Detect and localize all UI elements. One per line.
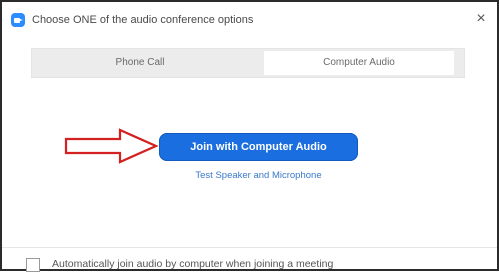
auto-join-label: Automatically join audio by computer whe… xyxy=(52,258,334,270)
test-speaker-microphone-link[interactable]: Test Speaker and Microphone xyxy=(152,170,365,181)
zoom-camera-icon xyxy=(11,13,25,27)
dialog-title: Choose ONE of the audio conference optio… xyxy=(32,14,254,26)
join-computer-audio-button[interactable]: Join with Computer Audio xyxy=(159,133,358,161)
dialog-titlebar: Choose ONE of the audio conference optio… xyxy=(2,2,497,36)
tab-computer-audio[interactable]: Computer Audio xyxy=(264,51,454,75)
footer-divider xyxy=(2,247,497,248)
auto-join-checkbox[interactable] xyxy=(26,258,40,272)
audio-options-dialog: Choose ONE of the audio conference optio… xyxy=(0,0,499,272)
tab-phone-call[interactable]: Phone Call xyxy=(32,49,248,77)
close-icon[interactable]: × xyxy=(472,10,490,28)
red-outline-arrow-icon xyxy=(64,128,159,164)
audio-tabs: Phone Call Computer Audio xyxy=(31,48,465,78)
